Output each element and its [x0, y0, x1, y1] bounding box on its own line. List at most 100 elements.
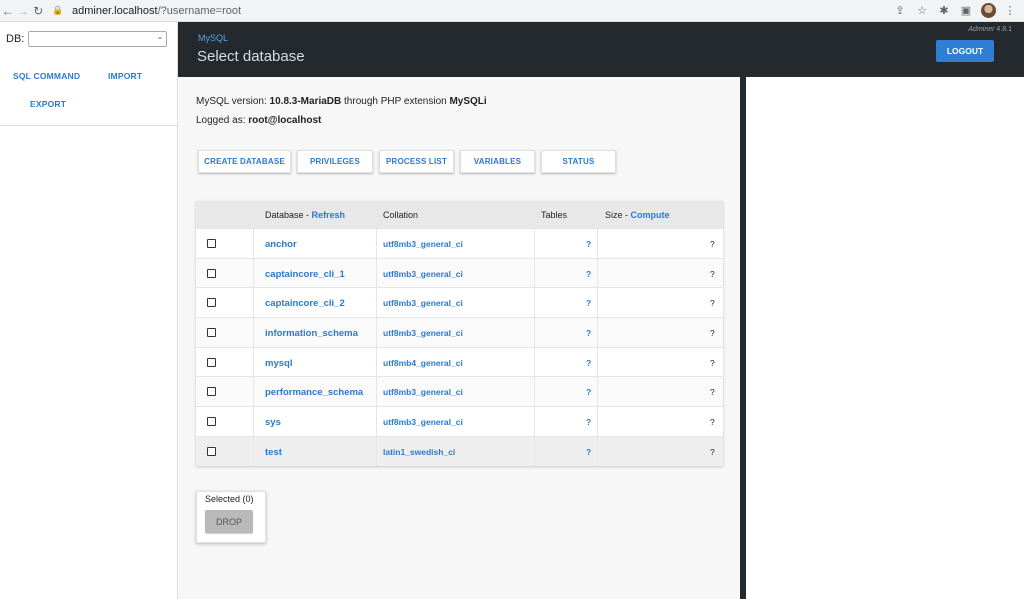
side-panel-icon[interactable]: ▣: [958, 3, 974, 19]
menu-icon[interactable]: ⋮: [1002, 3, 1018, 19]
column-divider: [376, 377, 377, 407]
create-database-button[interactable]: CREATE DATABASE: [198, 150, 291, 173]
process-list-button[interactable]: PROCESS LIST: [379, 150, 454, 173]
logout-button[interactable]: LOGOUT: [936, 40, 994, 62]
back-icon[interactable]: ←: [0, 2, 15, 20]
column-divider: [253, 318, 254, 347]
column-divider: [597, 288, 598, 318]
main-content: MySQL version: 10.8.3-MariaDB through PH…: [178, 77, 740, 599]
column-divider: [376, 347, 377, 377]
reload-icon[interactable]: ↻: [31, 2, 46, 20]
col-database: Database - Refresh: [265, 210, 345, 220]
column-divider: [253, 436, 254, 466]
collation-link[interactable]: latin1_swedish_ci: [383, 447, 455, 457]
tables-count-link[interactable]: ?: [586, 298, 591, 308]
tables-count-link[interactable]: ?: [586, 417, 591, 427]
column-divider: [597, 258, 598, 288]
page-header: MySQL Select database Adminer 4.8.1 LOGO…: [178, 22, 1024, 77]
column-divider: [597, 318, 598, 347]
row-checkbox[interactable]: [207, 357, 216, 367]
table-row: performance_schema utf8mb3_general_ci??: [196, 376, 723, 407]
export-link[interactable]: EXPORT: [30, 99, 66, 109]
row-checkbox[interactable]: [207, 417, 216, 427]
row-checkbox[interactable]: [207, 298, 216, 308]
database-name-link[interactable]: sys: [265, 417, 281, 428]
version-label: Adminer 4.8.1: [968, 26, 1012, 33]
database-name-link[interactable]: anchor: [265, 239, 297, 250]
db-select[interactable]: ⌄: [28, 31, 168, 47]
size-value: ?: [710, 417, 715, 428]
collation-link[interactable]: utf8mb3_general_ci: [383, 298, 463, 308]
sql-command-link[interactable]: SQL COMMAND: [13, 71, 80, 81]
url-host: adminer.localhost: [71, 4, 158, 17]
row-checkbox[interactable]: [207, 328, 216, 338]
column-divider: [376, 288, 377, 318]
column-divider: [534, 318, 535, 347]
column-divider: [253, 258, 254, 288]
url-path: /?username=root: [157, 4, 242, 17]
row-checkbox[interactable]: [207, 446, 216, 456]
brand-link[interactable]: MySQL: [198, 33, 228, 43]
logged-user: root@localhost: [248, 115, 322, 126]
row-checkbox[interactable]: [207, 239, 216, 248]
database-name-link[interactable]: mysql: [265, 358, 292, 369]
collation-link[interactable]: utf8mb3_general_ci: [383, 239, 463, 249]
tables-count-link[interactable]: ?: [586, 239, 591, 249]
column-divider: [534, 258, 535, 288]
size-value: ?: [710, 446, 715, 457]
collation-link[interactable]: utf8mb4_general_ci: [383, 358, 463, 368]
collation-link[interactable]: utf8mb3_general_ci: [383, 417, 463, 427]
address-bar[interactable]: 🔒 adminer.localhost/?username=root: [52, 2, 892, 20]
server-version: 10.8.3-MariaDB: [269, 96, 342, 107]
column-divider: [253, 288, 254, 318]
size-value: ?: [710, 239, 715, 249]
variables-button[interactable]: VARIABLES: [460, 150, 535, 173]
db-selector-row: DB: ⌄: [6, 31, 168, 47]
collation-link[interactable]: utf8mb3_general_ci: [383, 387, 463, 397]
refresh-link[interactable]: Refresh: [312, 210, 346, 220]
selected-fieldset: Selected (0) DROP: [196, 491, 266, 543]
chevron-down-icon: ⌄: [156, 31, 164, 41]
tables-count-link[interactable]: ?: [586, 387, 591, 397]
table-header: Database - Refresh Collation Tables Size…: [196, 201, 723, 228]
status-button[interactable]: STATUS: [541, 150, 616, 173]
tables-count-link[interactable]: ?: [586, 358, 591, 368]
forward-icon[interactable]: →: [15, 2, 30, 20]
share-icon[interactable]: ⇪: [892, 3, 908, 19]
column-divider: [534, 347, 535, 377]
column-divider: [534, 436, 535, 466]
import-link[interactable]: IMPORT: [108, 71, 142, 81]
database-name-link[interactable]: performance_schema: [265, 387, 363, 398]
drop-button[interactable]: DROP: [205, 510, 253, 533]
collation-link[interactable]: utf8mb3_general_ci: [383, 269, 463, 279]
column-divider: [534, 377, 535, 407]
database-name-link[interactable]: test: [265, 447, 282, 458]
selected-legend: Selected (0): [205, 494, 254, 504]
profile-avatar[interactable]: [980, 3, 996, 19]
star-icon[interactable]: ☆: [914, 3, 930, 19]
tables-count-link[interactable]: ?: [586, 328, 591, 338]
sidebar: DB: ⌄ SQL COMMAND IMPORT EXPORT: [0, 22, 178, 599]
column-divider: [253, 407, 254, 436]
browser-actions: ⇪ ☆ ✱ ▣ ⋮: [892, 3, 1024, 19]
database-name-link[interactable]: captaincore_cli_2: [265, 298, 345, 309]
column-divider: [597, 229, 598, 258]
row-checkbox[interactable]: [207, 268, 216, 278]
privileges-button[interactable]: PRIVILEGES: [297, 150, 373, 173]
extensions-icon[interactable]: ✱: [936, 3, 952, 19]
db-label: DB:: [6, 33, 25, 45]
size-value: ?: [710, 328, 715, 339]
tables-count-link[interactable]: ?: [586, 269, 591, 279]
right-pane: [746, 77, 1024, 599]
database-name-link[interactable]: captaincore_cli_1: [265, 269, 345, 280]
tables-count-link[interactable]: ?: [586, 447, 591, 457]
row-checkbox[interactable]: [207, 387, 216, 397]
column-divider: [376, 318, 377, 347]
compute-link[interactable]: Compute: [631, 210, 670, 220]
collation-link[interactable]: utf8mb3_general_ci: [383, 328, 463, 338]
column-divider: [597, 347, 598, 377]
version-mid: through PHP extension: [341, 96, 450, 107]
column-divider: [534, 288, 535, 318]
database-name-link[interactable]: information_schema: [265, 328, 358, 339]
version-name[interactable]: Adminer: [968, 26, 994, 33]
